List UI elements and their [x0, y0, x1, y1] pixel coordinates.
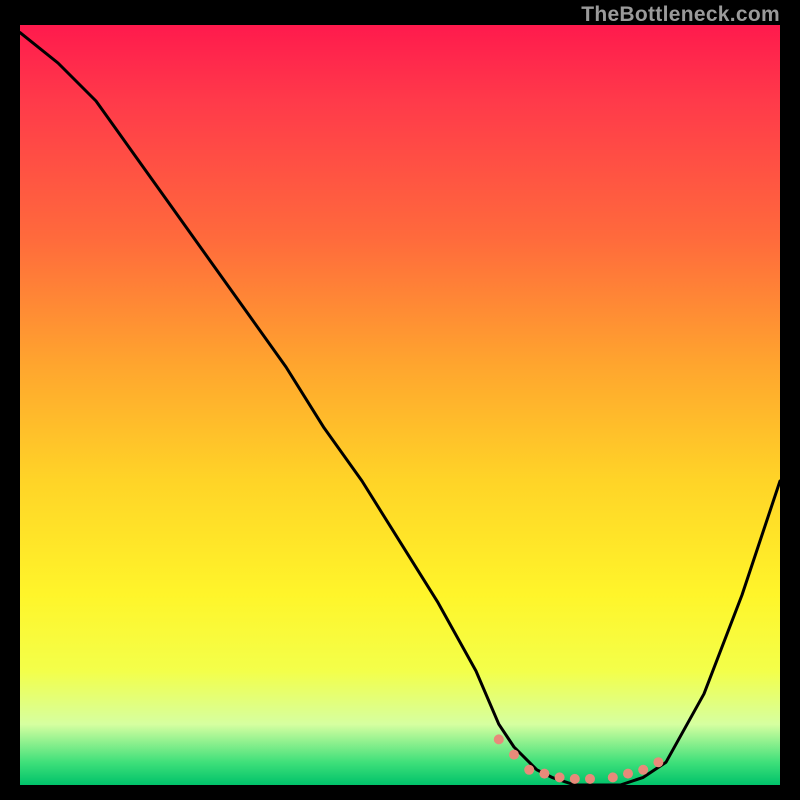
highlight-dot	[623, 769, 633, 779]
highlight-dot	[524, 765, 534, 775]
watermark-text: TheBottleneck.com	[581, 3, 780, 27]
highlight-dot	[585, 774, 595, 784]
chart-frame	[20, 25, 780, 785]
highlight-dot	[638, 765, 648, 775]
highlight-dot	[509, 750, 519, 760]
highlight-dot	[539, 769, 549, 779]
highlight-dot	[653, 757, 663, 767]
highlight-dot	[570, 774, 580, 784]
highlight-dot	[608, 772, 618, 782]
curve-path	[20, 33, 780, 785]
highlight-dot	[494, 734, 504, 744]
highlight-dots	[494, 734, 664, 784]
plot-area	[20, 25, 780, 785]
bottleneck-curve	[20, 33, 780, 785]
curve-layer	[20, 25, 780, 785]
highlight-dot	[555, 772, 565, 782]
